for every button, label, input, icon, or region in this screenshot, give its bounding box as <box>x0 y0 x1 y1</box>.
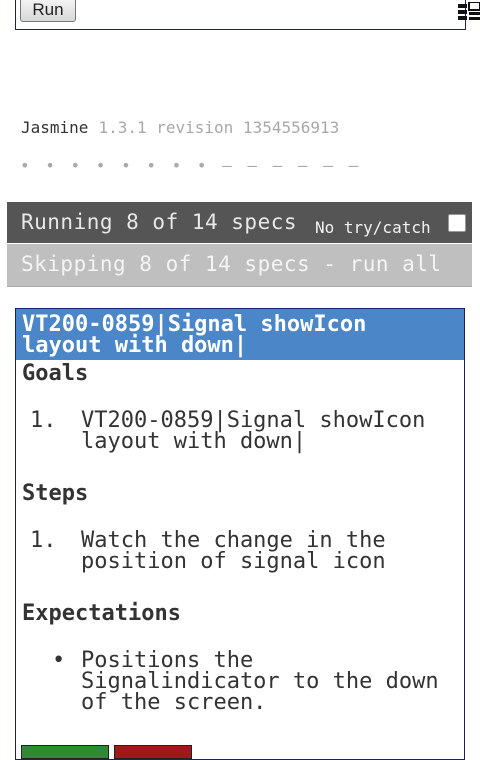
run-button[interactable]: Run <box>20 0 76 22</box>
steps-heading: Steps <box>22 481 89 506</box>
grid-menu-icon[interactable] <box>458 2 480 21</box>
spec-progress-dots: • • • • • • • • – – – – – – <box>20 156 362 175</box>
skipping-bar[interactable]: Skipping 8 of 14 specs - run all <box>7 244 472 287</box>
step-number: 1. <box>30 528 57 553</box>
jasmine-version: 1.3.1 revision 1354556913 <box>98 118 340 137</box>
spec-detail-panel: VT200-0859|Signal showIcon layout with d… <box>15 308 465 760</box>
no-try-catch-label: No try/catch <box>315 218 431 237</box>
goals-heading: Goals <box>22 361 89 386</box>
goal-number: 1. <box>30 408 57 433</box>
running-bar: Running 8 of 14 specs No try/catch <box>7 202 472 243</box>
top-toolbar: Run <box>15 0 466 30</box>
fail-button[interactable] <box>114 745 192 759</box>
pass-button[interactable] <box>21 745 109 759</box>
spec-title: VT200-0859|Signal showIcon layout with d… <box>16 309 464 360</box>
step-text: Watch the change in the position of sign… <box>81 528 386 574</box>
skipping-summary-link[interactable]: Skipping 8 of 14 specs - run all <box>21 252 442 276</box>
running-summary: Running 8 of 14 specs <box>21 210 298 234</box>
expectations-heading: Expectations <box>22 601 181 626</box>
jasmine-name: Jasmine <box>21 118 89 137</box>
no-try-catch-checkbox[interactable] <box>448 214 466 232</box>
bullet-icon: • <box>52 648 66 673</box>
expectation-text: Positions the Signalindicator to the dow… <box>81 648 439 715</box>
jasmine-version-line: Jasmine 1.3.1 revision 1354556913 <box>21 118 339 137</box>
goal-text: VT200-0859|Signal showIcon layout with d… <box>81 408 426 454</box>
